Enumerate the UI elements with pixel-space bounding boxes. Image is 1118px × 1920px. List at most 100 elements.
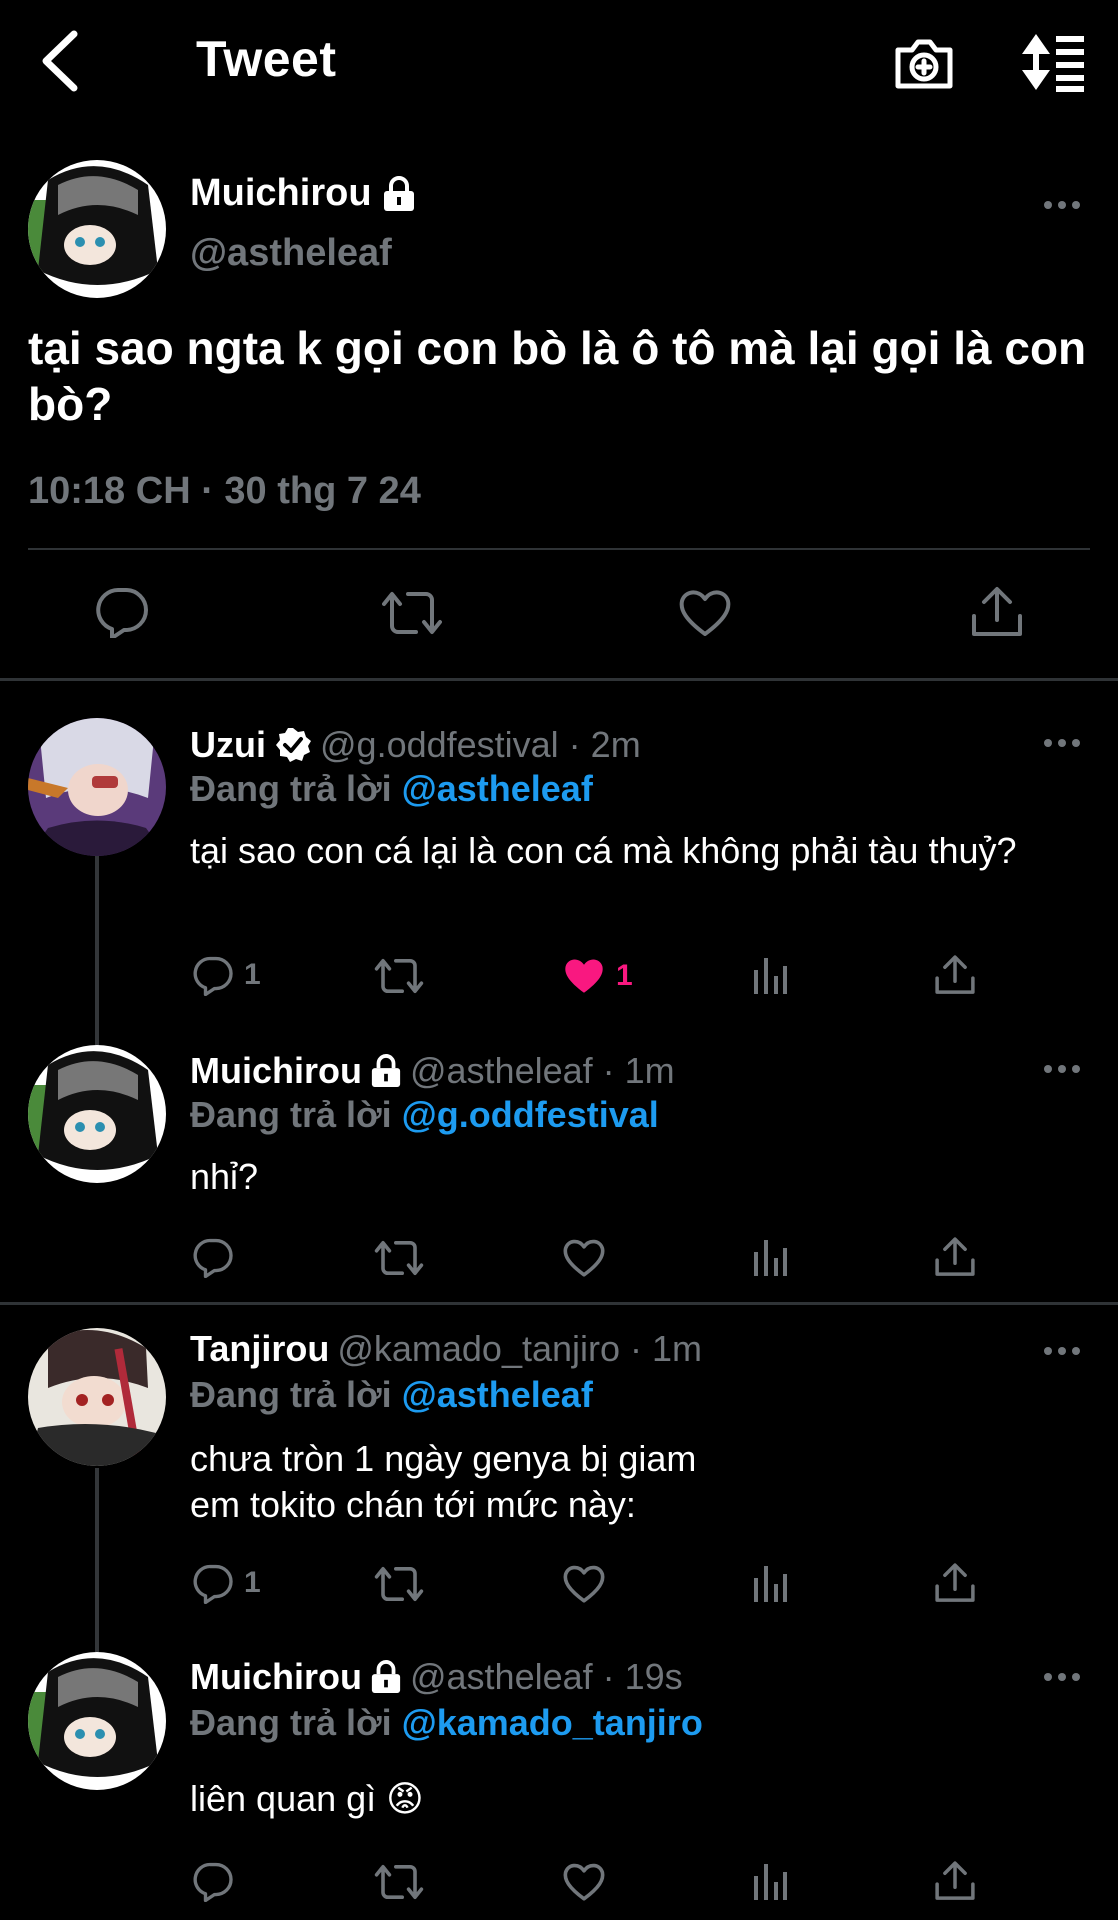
mention-link[interactable]: @astheleaf [402,768,593,809]
like-button[interactable] [562,1238,606,1278]
analytics-bar-icon [754,1566,787,1602]
thread-line [95,1468,99,1652]
reply-handle-time[interactable]: @g.oddfestival · 2m [320,724,641,766]
like-button[interactable] [562,1564,606,1604]
like-button[interactable] [678,588,732,638]
retweet-icon [374,1567,424,1601]
more-dots-icon [1044,201,1080,209]
more-options-button[interactable] [1042,198,1082,212]
share-button[interactable] [934,1562,976,1604]
avatar[interactable] [28,1045,166,1183]
more-dots-icon [1044,1347,1080,1355]
reply-author-name[interactable]: Muichirou [190,1050,362,1092]
divider [0,678,1118,681]
replying-to: Đang trả lời @astheleaf [190,1374,593,1416]
like-button[interactable]: 1 [562,956,633,996]
reply-author-name[interactable]: Uzui [190,724,266,766]
share-button[interactable] [934,1236,976,1278]
reply-handle-time[interactable]: @astheleaf · 19s [410,1656,683,1698]
analytics-bar-icon [754,1240,787,1276]
heart-filled-icon [565,959,603,993]
reply-button[interactable] [94,586,150,638]
more-options-button[interactable] [1042,1344,1082,1358]
more-dots-icon [1044,739,1080,747]
views-button[interactable] [752,1238,788,1278]
reply-button[interactable]: 1 [192,1562,261,1604]
replying-to-label: Đang trả lời [190,1374,402,1415]
more-options-button[interactable] [1042,1670,1082,1684]
heart-icon [563,1863,605,1901]
more-options-button[interactable] [1042,736,1082,750]
share-icon [935,1861,975,1900]
lock-icon [371,1660,401,1693]
replying-to-label: Đang trả lời [190,1702,402,1743]
reply-author-name[interactable]: Muichirou [190,1656,362,1698]
reply-header: Muichirou @astheleaf · 1m [190,1050,675,1092]
analytics-bar-icon [754,958,787,994]
reply-handle-time[interactable]: @astheleaf · 1m [410,1050,675,1092]
more-dots-icon [1044,1673,1080,1681]
reply-text: tại sao con cá lại là con cá mà không ph… [190,830,1017,871]
more-options-button[interactable] [1042,1062,1082,1076]
author-name[interactable]: Muichirou [190,172,416,215]
reply-button[interactable]: 1 [192,954,261,996]
avatar-muichirou-image [28,1045,166,1183]
avatar[interactable] [28,1652,166,1790]
reply-header: Tanjirou @kamado_tanjiro · 1m [190,1328,702,1370]
reply-author-name[interactable]: Tanjirou [190,1328,329,1370]
share-icon [935,1237,975,1276]
heart-icon [563,1239,605,1277]
share-icon [935,955,975,994]
avatar-uzui-image [28,718,166,856]
back-button[interactable] [38,28,82,94]
sort-replies-button[interactable] [1018,30,1084,94]
divider [0,1302,1118,1305]
heart-icon [563,1565,605,1603]
avatar[interactable] [28,160,166,298]
reply-icon [193,1238,233,1278]
mention-link[interactable]: @g.oddfestival [402,1094,659,1135]
camera-add-button[interactable] [892,30,956,94]
replying-to: Đang trả lời @g.oddfestival [190,1094,659,1136]
retweet-icon [382,592,442,634]
tweet-timestamp[interactable]: 10:18 CH · 30 thg 7 24 [28,470,421,513]
replying-to-label: Đang trả lời [190,768,402,809]
views-button[interactable] [752,956,788,996]
like-count: 1 [616,959,633,992]
share-button[interactable] [934,954,976,996]
retweet-icon [374,959,424,993]
retweet-icon [374,1865,424,1899]
mention-link[interactable]: @astheleaf [402,1374,593,1415]
replying-to-label: Đang trả lời [190,1094,402,1135]
retweet-button[interactable] [374,1564,424,1604]
author-name-text: Muichirou [190,172,372,214]
verified-badge-icon [276,728,311,762]
like-button[interactable] [562,1862,606,1902]
reply-text: nhỉ? [190,1156,259,1197]
mention-link[interactable]: @kamado_tanjiro [402,1702,703,1743]
reply-icon [96,588,148,638]
avatar-muichirou-image [28,160,166,298]
retweet-button[interactable] [374,1862,424,1902]
reply-handle-time[interactable]: @kamado_tanjiro · 1m [337,1328,702,1370]
lock-icon [371,1054,401,1087]
author-handle[interactable]: @astheleaf [190,232,392,275]
avatar-muichirou-image [28,1652,166,1790]
reply-text-content: liên quan gì [190,1778,377,1819]
share-button[interactable] [934,1860,976,1902]
avatar[interactable] [28,1328,166,1466]
reply-count: 1 [244,1566,261,1599]
views-button[interactable] [752,1862,788,1902]
reply-count: 1 [244,958,261,991]
retweet-button[interactable] [382,588,442,638]
reply-button[interactable] [192,1236,234,1278]
reply-text-line: chưa tròn 1 ngày genya bị giam [190,1438,697,1479]
share-button[interactable] [970,586,1024,638]
retweet-button[interactable] [374,1238,424,1278]
page-title: Tweet [196,31,337,87]
retweet-button[interactable] [374,956,424,996]
views-button[interactable] [752,1564,788,1604]
reply-text: liên quan gì 😡 [190,1776,1070,1822]
reply-button[interactable] [192,1860,234,1902]
avatar[interactable] [28,718,166,856]
